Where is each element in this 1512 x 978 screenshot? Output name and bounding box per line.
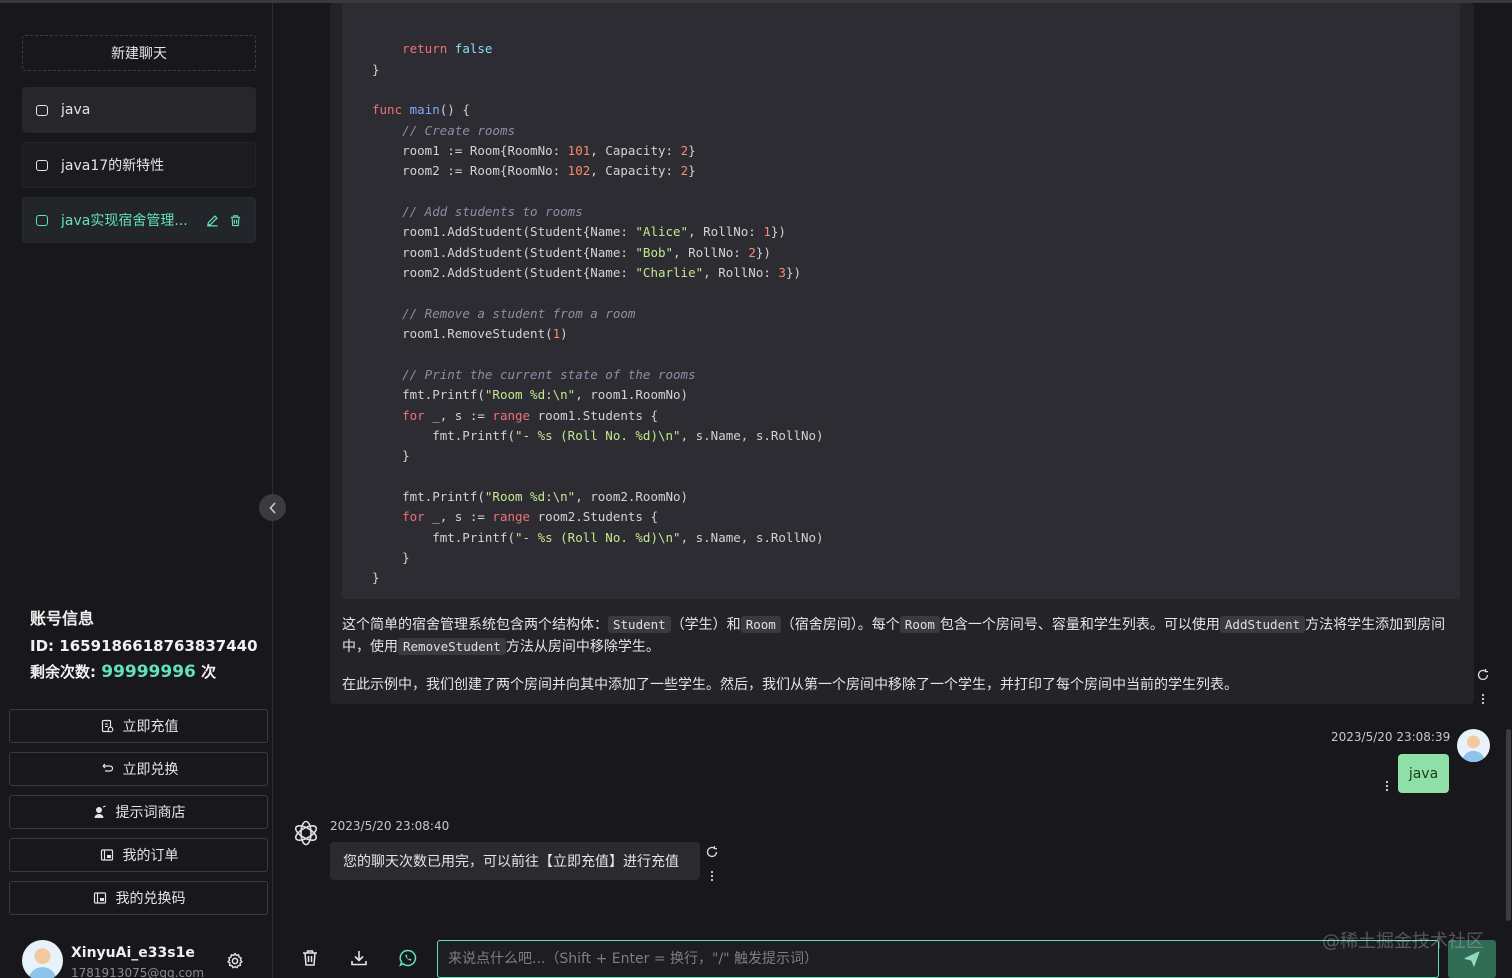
para-text: 包含一个房间号、容量和学生列表。可以使用 [939, 617, 1220, 633]
account-id: ID: 1659186618763837440 [30, 637, 258, 655]
prompt-store-icon [92, 804, 108, 820]
assistant-paragraph-2: 在此示例中，我们创建了两个房间并向其中添加了一些学生。然后，我们从第一个房间中移… [342, 677, 1238, 693]
edit-icon[interactable] [205, 213, 219, 227]
recharge-icon [99, 718, 115, 734]
inline-code: Room [899, 616, 940, 633]
chat-bubble-icon [36, 159, 48, 171]
assistant-message-bubble: 您的聊天次数已用完，可以前往【立即充值】进行充值 [330, 842, 700, 880]
watermark: @稀土掘金技术社区 [1322, 931, 1484, 952]
assistant-message-tools [1476, 667, 1492, 710]
settings-gear-icon[interactable] [226, 952, 244, 970]
inline-code: Room [740, 616, 781, 633]
user-message-more-icon[interactable] [1380, 779, 1394, 793]
user-message-time: 2023/5/20 23:08:39 [1331, 730, 1451, 744]
user-email: 1781913075@qq.com [71, 966, 205, 978]
user-profile: XinyuAi_e33s1e 1781913075@qq.com [22, 940, 262, 978]
collapse-sidebar-button[interactable] [259, 494, 286, 521]
order-icon [99, 847, 115, 863]
para-text: 方法从房间中移除学生。 [505, 639, 660, 655]
clear-chat-trash-icon[interactable] [300, 948, 320, 968]
para-text: 这个简单的宿舍管理系统包含两个结构体： [342, 617, 608, 633]
recharge-button[interactable]: 立即充值 [9, 709, 268, 743]
exchange-label: 立即兑换 [122, 762, 179, 778]
chevron-left-icon [268, 501, 276, 514]
more-options-icon[interactable] [1476, 692, 1490, 706]
chat-item-java[interactable]: java [22, 87, 256, 133]
exchange-button[interactable]: 立即兑换 [9, 752, 268, 786]
chat-bubble-icon [36, 214, 48, 226]
chat-item-dorm-management[interactable]: java实现宿舍管理... [22, 197, 256, 243]
code-block: return false} func main() { // Create ro… [342, 3, 1460, 599]
inline-code: Student [608, 616, 671, 633]
chat-item-label: java实现宿舍管理... [61, 213, 188, 229]
my-orders-button[interactable]: 我的订单 [9, 838, 268, 872]
regenerate-icon[interactable] [705, 845, 719, 859]
para-text: （宿舍房间）。每个 [780, 617, 900, 633]
chat-item-java17[interactable]: java17的新特性 [22, 142, 256, 188]
regenerate-icon[interactable] [1476, 668, 1490, 682]
para-text: （学生）和 [670, 617, 741, 633]
assistant-message: return false} func main() { // Create ro… [330, 3, 1474, 704]
chat-bubble-icon [36, 104, 48, 116]
my-redeem-codes-label: 我的兑换码 [115, 891, 186, 907]
assistant-message-tools-2 [705, 844, 721, 887]
chat-scrollbar[interactable] [1506, 729, 1511, 921]
chat-item-label: java17的新特性 [61, 158, 165, 174]
sidebar: 新建聊天 java java17的新特性 java实现宿舍管理... 账号信息 … [0, 3, 273, 978]
remaining-suffix: 次 [195, 663, 217, 681]
assistant-message-time: 2023/5/20 23:08:40 [330, 819, 450, 833]
my-orders-label: 我的订单 [122, 848, 179, 864]
recharge-label: 立即充值 [122, 719, 179, 735]
redeem-code-icon [92, 890, 108, 906]
download-icon[interactable] [349, 948, 369, 968]
exchange-icon [99, 761, 115, 777]
user-name: XinyuAi_e33s1e [71, 945, 195, 961]
my-redeem-codes-button[interactable]: 我的兑换码 [9, 881, 268, 915]
user-message-bubble: java [1398, 754, 1449, 793]
inline-code: RemoveStudent [398, 638, 506, 655]
delete-icon[interactable] [228, 213, 242, 227]
remaining-count: 剩余次数: 99999996 次 [30, 661, 216, 682]
whatsapp-share-icon[interactable] [398, 948, 418, 968]
account-info-title: 账号信息 [30, 609, 95, 628]
more-options-icon[interactable] [705, 869, 719, 883]
inline-code: AddStudent [1219, 616, 1306, 633]
assistant-paragraph-1: 这个简单的宿舍管理系统包含两个结构体： Student （学生）和 Room （宿舍房间… [342, 614, 1456, 658]
assistant-logo-icon [291, 818, 321, 848]
remaining-value: 99999996 [101, 662, 196, 682]
remaining-prefix: 剩余次数: [30, 663, 102, 681]
chat-item-label: java [61, 102, 91, 118]
new-chat-button[interactable]: 新建聊天 [22, 35, 256, 71]
prompt-store-label: 提示词商店 [115, 805, 186, 821]
chat-input[interactable] [437, 940, 1439, 978]
prompt-store-button[interactable]: 提示词商店 [9, 795, 268, 829]
chat-main: return false} func main() { // Create ro… [274, 3, 1512, 978]
user-message-avatar [1457, 729, 1490, 762]
user-avatar[interactable] [22, 940, 63, 978]
